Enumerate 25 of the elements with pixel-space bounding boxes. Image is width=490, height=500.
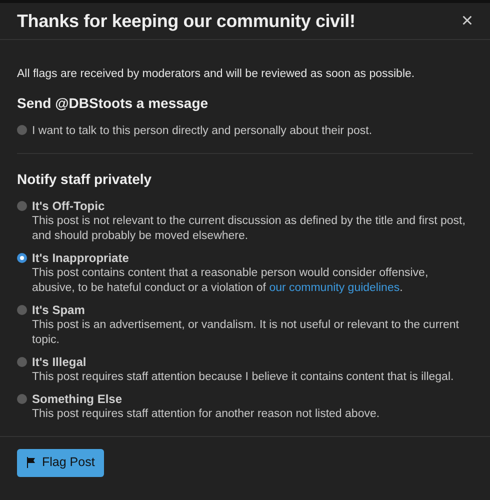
radio-button[interactable]: [17, 252, 27, 262]
option-description: This post requires staff attention for another reason not listed above.: [32, 406, 380, 422]
intro-text: All flags are received by moderators and will be reviewed as soon as possible.: [17, 67, 416, 82]
section-heading: Notify staff privately: [17, 170, 153, 189]
option-title: Something Else: [32, 392, 124, 406]
option-description: This post requires staff attention because I believe it contains content that is illegal.: [32, 370, 454, 384]
option-title: It's Inappropriate: [32, 250, 130, 266]
radio-button[interactable]: [17, 304, 27, 314]
flag-icon: [26, 457, 36, 468]
radio-button[interactable]: [17, 200, 27, 210]
radio-button[interactable]: [17, 125, 27, 136]
option-title: It's Spam: [32, 302, 86, 318]
option-description: This post is not relevant to the current discussion as defined by the title and first post, and should probably be moved elsewhere.: [32, 214, 466, 244]
close-button[interactable]: ×: [461, 11, 473, 31]
guidelines-link[interactable]: our community guidelines: [269, 282, 400, 294]
section-heading: Send @DBStoots a message: [17, 94, 210, 114]
option-description: This post is an advertisement, or vandalism. It is not useful or relevant to the current topic.: [32, 318, 460, 348]
radio-button[interactable]: [17, 394, 27, 404]
option-label: I want to talk to this person directly and personally about their post.: [32, 124, 372, 140]
flag-post-button[interactable]: Flag Post: [17, 448, 104, 476]
option-title: It's Off-Topic: [32, 198, 106, 214]
radio-button[interactable]: [17, 356, 27, 366]
option-title: It's Illegal: [32, 354, 88, 370]
dialog-title: Thanks for keeping our community civil!: [17, 10, 356, 33]
option-description: This post contains content that a reasonable person would consider offensive, abusive, to be hateful conduct or a violation of our community guidelines.: [32, 266, 430, 296]
